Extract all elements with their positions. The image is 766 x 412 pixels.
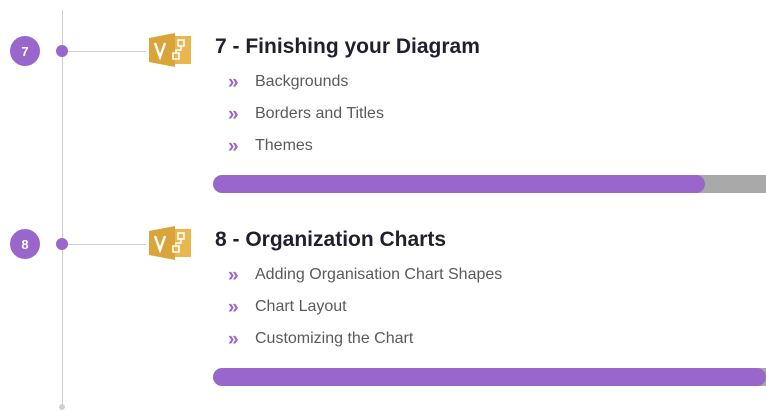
visio-app-icon: [149, 32, 193, 68]
lesson-label: Adding Organisation Chart Shapes: [255, 266, 503, 283]
lesson-item[interactable]: » Chart Layout: [228, 291, 502, 323]
timeline-dot: [56, 45, 68, 57]
module-title: 8 - Organization Charts: [215, 228, 447, 251]
progress-bar: [213, 368, 766, 386]
double-chevron-right-icon: »: [228, 135, 239, 157]
visio-app-icon: [149, 225, 193, 261]
lesson-label: Customizing the Chart: [255, 330, 414, 347]
lesson-item[interactable]: » Backgrounds: [228, 66, 384, 98]
progress-fill: [213, 175, 706, 193]
lesson-label: Backgrounds: [255, 73, 349, 90]
double-chevron-right-icon: »: [228, 328, 239, 350]
lesson-label: Borders and Titles: [255, 105, 384, 122]
lesson-list: » Adding Organisation Chart Shapes » Cha…: [228, 259, 502, 355]
lesson-label: Themes: [255, 137, 313, 154]
double-chevron-right-icon: »: [228, 264, 239, 286]
connector-line: [68, 244, 146, 245]
timeline-dot: [56, 238, 68, 250]
lesson-item[interactable]: » Themes: [228, 130, 384, 162]
lesson-item[interactable]: » Customizing the Chart: [228, 323, 502, 355]
lesson-item[interactable]: » Adding Organisation Chart Shapes: [228, 259, 502, 291]
connector-line: [68, 51, 146, 52]
module-8: 8 8 - Organization Charts » Adding Organ…: [0, 193, 766, 386]
double-chevron-right-icon: »: [228, 71, 239, 93]
lesson-label: Chart Layout: [255, 298, 347, 315]
double-chevron-right-icon: »: [228, 296, 239, 318]
progress-bar: [213, 175, 766, 193]
step-badge: 7: [10, 36, 40, 66]
double-chevron-right-icon: »: [228, 103, 239, 125]
module-7: 7 7 - Finishing your Diagram » Backgroun…: [0, 0, 766, 193]
lesson-item[interactable]: » Borders and Titles: [228, 98, 384, 130]
lesson-list: » Backgrounds » Borders and Titles » The…: [228, 66, 384, 162]
timeline-end-dot: [59, 404, 65, 410]
module-title: 7 - Finishing your Diagram: [215, 35, 480, 58]
step-badge: 8: [10, 229, 40, 259]
progress-fill: [213, 368, 766, 386]
